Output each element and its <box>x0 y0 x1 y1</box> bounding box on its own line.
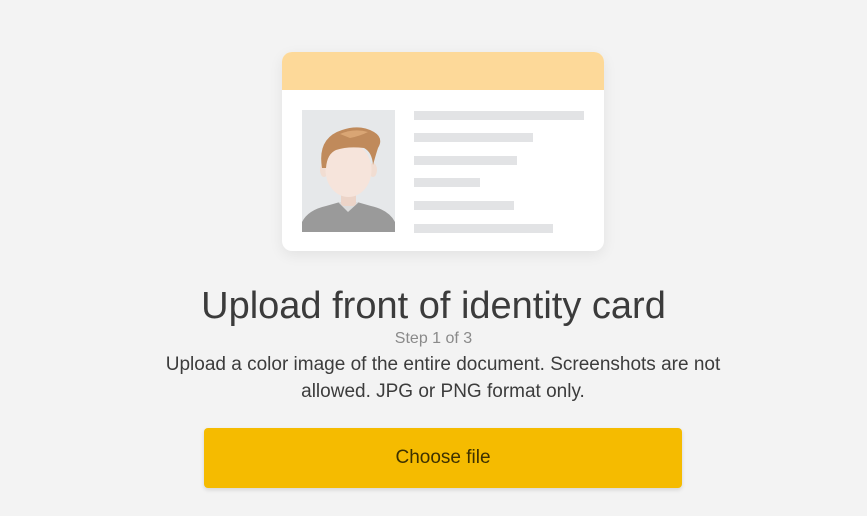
card-text-line <box>414 178 480 187</box>
upload-instructions: Upload a color image of the entire docum… <box>165 354 721 402</box>
page-title: Upload front of identity card <box>201 285 666 327</box>
card-text-line <box>414 111 584 120</box>
portrait-photo-icon <box>302 110 395 232</box>
card-text-line <box>414 133 533 142</box>
choose-file-button[interactable]: Choose file <box>204 428 682 488</box>
step-indicator: Step 1 of 3 <box>394 330 473 347</box>
card-text-line <box>414 156 517 165</box>
upload-page: Upload front of identity card Step 1 of … <box>0 0 867 516</box>
card-header-band <box>282 52 604 90</box>
id-card-illustration <box>282 52 604 251</box>
card-text-line <box>414 201 514 210</box>
card-text-line <box>414 224 553 233</box>
